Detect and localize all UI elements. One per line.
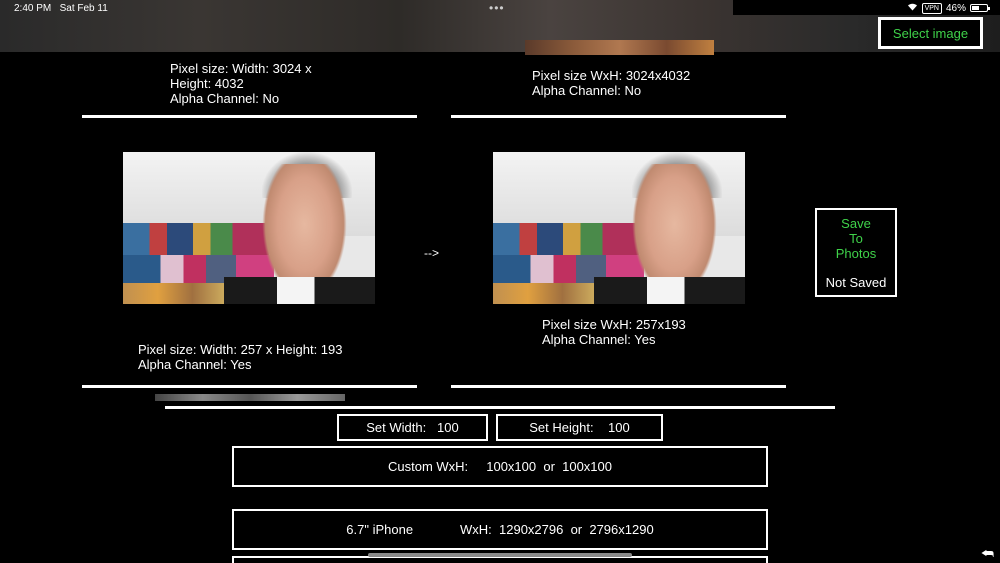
- converted-bottom-alpha: Alpha Channel: Yes: [542, 332, 656, 347]
- status-date-value: Sat Feb 11: [59, 3, 108, 14]
- converted-top-alpha: Alpha Channel: No: [532, 83, 642, 98]
- wifi-icon: [907, 2, 918, 14]
- original-bottom-size: Pixel size: Width: 257 x Height: 193: [138, 342, 343, 357]
- save-label-line3: Photos: [835, 246, 877, 261]
- multitasking-dots-icon[interactable]: •••: [489, 1, 505, 15]
- divider-converted-bottom: [451, 385, 786, 388]
- battery-icon: [970, 4, 990, 12]
- divider-controls: [165, 406, 835, 409]
- status-time-value: 2:40 PM: [14, 3, 52, 14]
- home-indicator[interactable]: [368, 553, 632, 557]
- converted-image[interactable]: [493, 152, 745, 304]
- original-top-size-line2: Height: 4032: [170, 76, 244, 91]
- save-to-photos-button[interactable]: Save To Photos Not Saved: [815, 208, 897, 297]
- status-time: 2:40 PM Sat Feb 11: [14, 3, 108, 14]
- divider-original-top: [82, 115, 417, 118]
- custom-size-button[interactable]: Custom WxH: 100x100 or 100x100: [232, 446, 768, 487]
- save-label-line1: Save: [841, 216, 871, 231]
- converted-top-size: Pixel size WxH: 3024x4032: [532, 68, 691, 83]
- set-width-button[interactable]: Set Width: 100: [337, 414, 488, 441]
- battery-percent: 46%: [945, 2, 966, 14]
- conversion-arrow: -->: [424, 246, 439, 260]
- iphone-size-button[interactable]: 6.7" iPhone WxH: 1290x2796 or 2796x1290: [232, 509, 768, 550]
- original-top-alpha: Alpha Channel: No: [170, 91, 280, 106]
- original-top-size-line1: Pixel size: Width: 3024 x: [170, 61, 312, 76]
- select-image-button[interactable]: Select image: [878, 17, 983, 49]
- save-label-line2: To: [849, 231, 863, 246]
- status-right: VPN 46%: [907, 2, 990, 14]
- save-status: Not Saved: [825, 275, 887, 290]
- next-image-partial: [155, 394, 345, 401]
- vpn-badge: VPN: [921, 2, 942, 14]
- divider-converted-top: [451, 115, 786, 118]
- converted-bottom-size: Pixel size WxH: 257x193: [542, 317, 686, 332]
- original-image[interactable]: [123, 152, 375, 304]
- divider-original-bottom: [82, 385, 417, 388]
- next-size-button-partial[interactable]: [232, 556, 768, 563]
- original-bottom-alpha: Alpha Channel: Yes: [138, 357, 252, 372]
- set-height-button[interactable]: Set Height: 100: [496, 414, 663, 441]
- converted-top-image-partial: [525, 40, 714, 55]
- scroll-corner-icon: ⮪: [981, 545, 995, 561]
